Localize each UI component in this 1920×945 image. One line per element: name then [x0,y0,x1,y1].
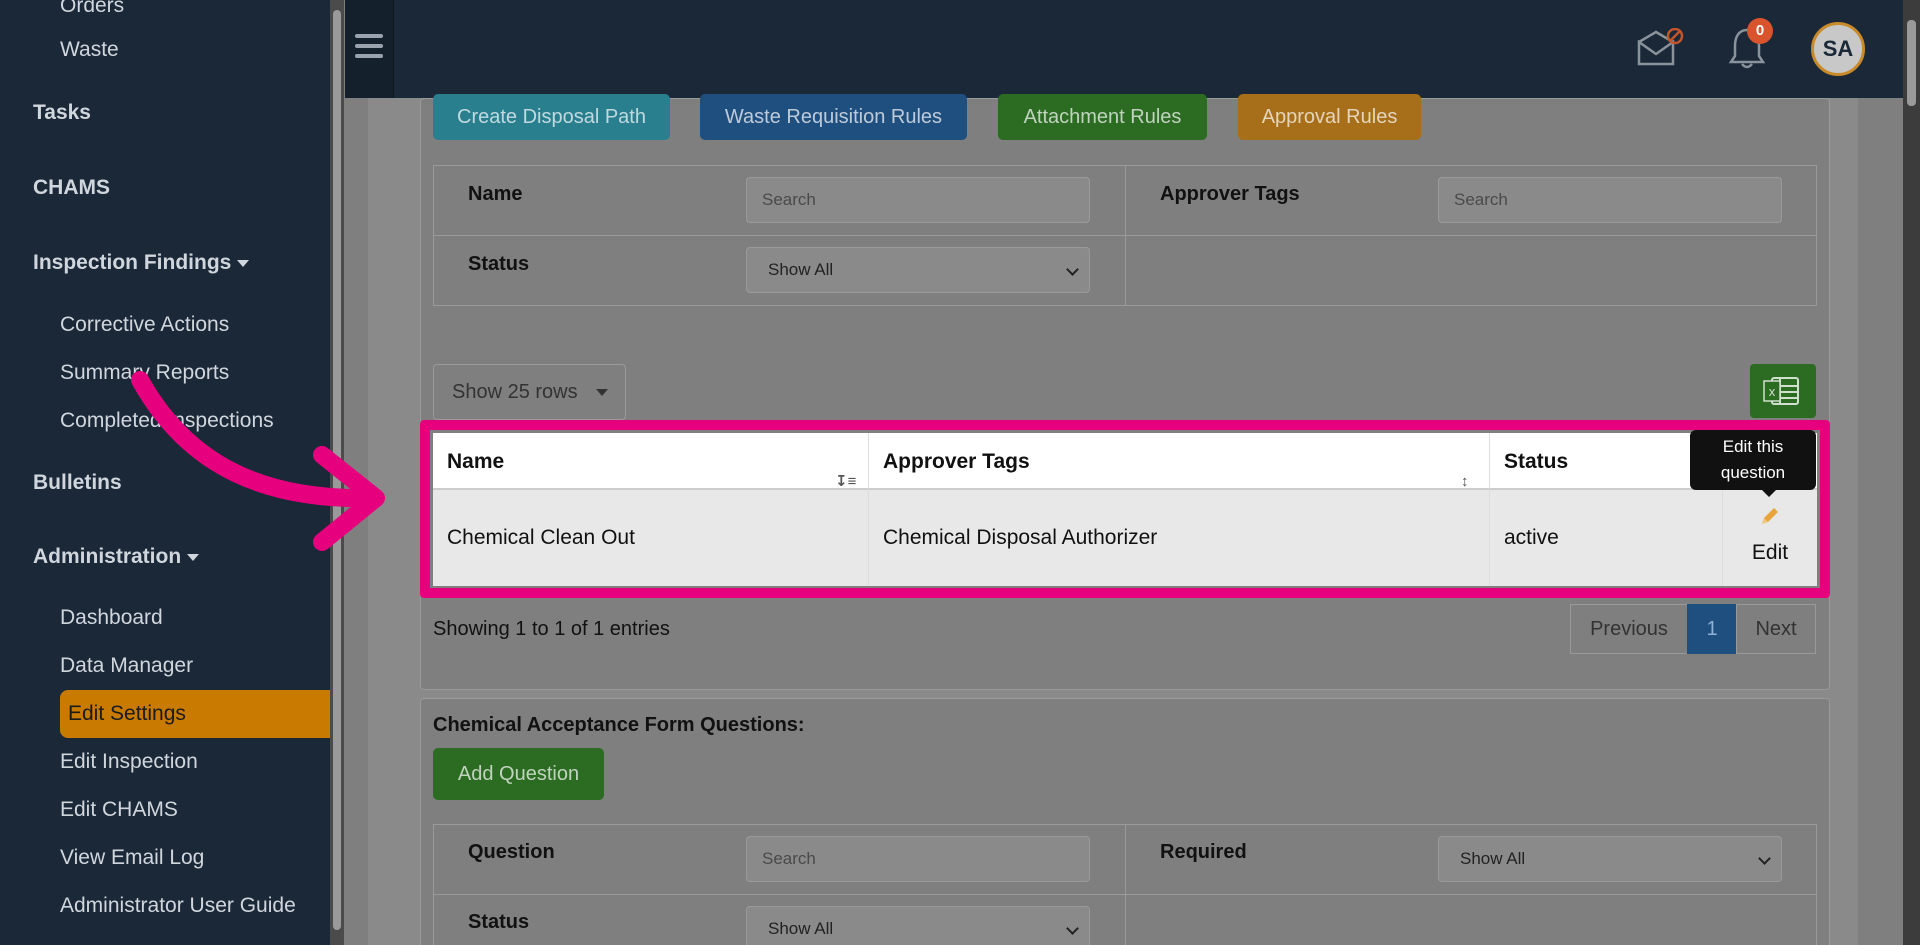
filter-divider [433,894,1817,895]
divider [393,0,394,98]
sidebar-item-administration[interactable]: Administration [33,545,200,569]
rows-per-page-button[interactable]: Show 25 rows [433,364,626,420]
question-search-input[interactable]: Search [746,836,1090,882]
sidebar-item-completed-inspections[interactable]: Completed Inspections [60,409,274,433]
sidebar-item-corrective-actions[interactable]: Corrective Actions [60,313,229,337]
sidebar-item-label: Inspection Findings [33,251,232,274]
approval-rules-button[interactable]: Approval Rules [1238,94,1421,140]
sidebar-item-edit-chams[interactable]: Edit CHAMS [60,798,178,822]
pagination-page-1[interactable]: 1 [1687,604,1737,654]
hamburger-line [355,44,383,48]
notification-badge: 0 [1747,18,1773,44]
question-filter-label: Question [468,841,555,863]
tooltip-arrow [1762,490,1776,497]
status-select-value: Show All [768,260,834,279]
sidebar-scrollbar-thumb[interactable] [333,10,341,930]
sidebar-item-waste[interactable]: Waste [60,38,119,62]
sidebar-item-inspection-findings[interactable]: Inspection Findings [33,251,250,275]
chevron-down-icon [1066,263,1079,276]
filter-divider [1125,824,1126,945]
caret-down-icon [187,553,200,561]
name-search-input[interactable]: Search [746,177,1090,223]
question-status-filter-label: Status [468,911,530,933]
sidebar-item-tasks[interactable]: Tasks [33,101,91,125]
entries-info: Showing 1 to 1 of 1 entries [433,618,670,640]
hamburger-line [355,34,383,38]
required-select[interactable]: Show All [1438,836,1782,882]
filter-divider [433,235,1817,236]
page-scrollbar-thumb[interactable] [1907,20,1916,106]
sidebar-item-chams[interactable]: CHAMS [33,176,110,200]
question-status-select[interactable]: Show All [746,906,1090,945]
chevron-down-icon [1066,922,1079,935]
sidebar-item-dashboard[interactable]: Dashboard [60,606,163,630]
attachment-rules-button[interactable]: Attachment Rules [998,94,1207,140]
highlight-box [420,420,1830,598]
approver-tags-search-input[interactable]: Search [1438,177,1782,223]
mail-blocked-icon[interactable] [1635,27,1685,73]
sidebar-item-bulletins[interactable]: Bulletins [33,471,122,495]
hamburger-line [355,54,383,58]
topbar: 0 SA [345,0,1903,98]
section-title: Chemical Acceptance Form Questions: [433,714,805,736]
excel-icon: x [1763,377,1799,405]
pagination-previous[interactable]: Previous [1570,604,1688,654]
svg-text:x: x [1769,384,1776,399]
sidebar-item-edit-inspection[interactable]: Edit Inspection [60,750,198,774]
add-question-button[interactable]: Add Question [433,748,604,800]
hamburger-menu-button[interactable] [345,0,393,98]
avatar[interactable]: SA [1811,22,1865,76]
sidebar-item-summary-reports[interactable]: Summary Reports [60,361,229,385]
status-filter-label: Status [468,253,530,275]
pagination-next[interactable]: Next [1736,604,1816,654]
caret-down-icon [237,259,250,267]
sidebar-item-view-email-log[interactable]: View Email Log [60,846,204,870]
waste-requisition-rules-button[interactable]: Waste Requisition Rules [700,94,967,140]
create-disposal-path-button[interactable]: Create Disposal Path [433,94,670,140]
chevron-down-icon [1758,852,1771,865]
status-select[interactable]: Show All [746,247,1090,293]
question-status-select-value: Show All [768,919,834,938]
caret-down-icon [596,389,608,396]
approver-tags-filter-label: Approver Tags [1160,183,1300,205]
name-filter-label: Name [468,183,523,205]
sidebar-scrollbar[interactable] [330,0,344,945]
sidebar-item-orders[interactable]: Orders [60,0,124,18]
sidebar-item-data-manager[interactable]: Data Manager [60,654,193,678]
edit-tooltip: Edit this question [1690,430,1816,490]
rows-per-page-label: Show 25 rows [452,381,578,403]
sidebar-item-administrator-user-guide[interactable]: Administrator User Guide [60,894,296,918]
required-select-value: Show All [1460,849,1526,868]
export-excel-button[interactable]: x [1750,364,1816,418]
page-scrollbar[interactable] [1903,0,1920,945]
required-filter-label: Required [1160,841,1247,863]
sidebar-item-label: Administration [33,545,182,568]
sidebar-item-edit-settings[interactable]: Edit Settings [68,702,186,726]
sidebar: Orders Waste Tasks CHAMS Inspection Find… [0,0,330,945]
